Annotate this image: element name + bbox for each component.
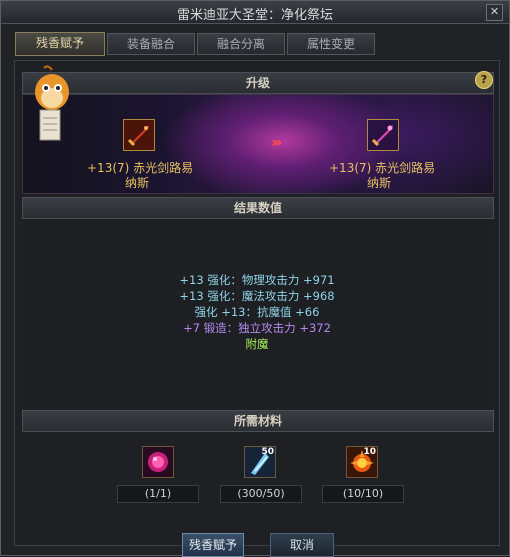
result-line: +13 强化：魔法攻击力 +968 <box>179 289 335 303</box>
source-item-name-line2: 纳斯 <box>125 176 150 190</box>
material-count-2: (300/50) <box>220 485 302 503</box>
sword-upgraded-icon <box>368 120 398 150</box>
mascot-icon <box>35 65 69 141</box>
material-slot-3[interactable]: 10 <box>346 446 378 478</box>
source-item-name-line1: 赤光剑路易 <box>133 161 194 175</box>
material-badge: 50 <box>261 447 274 457</box>
material-badge: 10 <box>363 447 376 457</box>
tab-scent-grant[interactable]: 残香赋予 <box>15 32 105 56</box>
sword-icon <box>124 120 154 150</box>
upgrade-panel: +13(7) 赤光剑路易 纳斯 ››› +13(7) 赤光剑路易 纳斯 <box>22 94 494 194</box>
confirm-button[interactable]: 残香赋予 <box>182 533 244 557</box>
target-item-name-line2: 纳斯 <box>367 176 392 190</box>
upgrade-header: 升级 <box>22 72 494 94</box>
material-count-1: (1/1) <box>117 485 199 503</box>
source-item-slot[interactable] <box>123 119 155 151</box>
result-line: +7 锻造：独立攻击力 +372 <box>183 321 331 335</box>
tab-attribute-change[interactable]: 属性变更 <box>287 33 375 55</box>
source-item-name: +13(7) 赤光剑路易 纳斯 <box>87 161 193 191</box>
result-line: 附魔 <box>245 337 269 351</box>
window-title: 雷米迪亚大圣堂：净化祭坛 <box>176 8 333 23</box>
target-item-level: +13(7) <box>329 161 372 175</box>
material-count-3: (10/10) <box>322 485 404 503</box>
result-line: 强化 +13：抗魔值 +66 <box>194 305 320 319</box>
cancel-button[interactable]: 取消 <box>270 533 334 557</box>
tab-equipment-fusion[interactable]: 装备融合 <box>107 33 195 55</box>
tab-fusion-separation[interactable]: 融合分离 <box>197 33 285 55</box>
results-panel: +13 强化：物理攻击力 +971 +13 强化：魔法攻击力 +968 强化 +… <box>22 220 492 406</box>
material-slot-1[interactable] <box>142 446 174 478</box>
source-item-level: +13(7) <box>87 161 130 175</box>
pink-orb-icon <box>143 447 173 477</box>
target-item-name-line1: 赤光剑路易 <box>375 161 436 175</box>
titlebar[interactable]: 雷米迪亚大圣堂：净化祭坛 ✕ <box>1 1 509 24</box>
target-item-slot[interactable] <box>367 119 399 151</box>
materials-header: 所需材料 <box>22 410 494 432</box>
material-slot-2[interactable]: 50 <box>244 446 276 478</box>
result-line: +13 强化：物理攻击力 +971 <box>179 273 335 287</box>
help-icon[interactable]: ? <box>475 71 493 89</box>
upgrade-arrow-icon: ››› <box>271 135 282 151</box>
close-button[interactable]: ✕ <box>486 4 503 21</box>
results-header: 结果数值 <box>22 197 494 219</box>
target-item-name: +13(7) 赤光剑路易 纳斯 <box>329 161 435 191</box>
